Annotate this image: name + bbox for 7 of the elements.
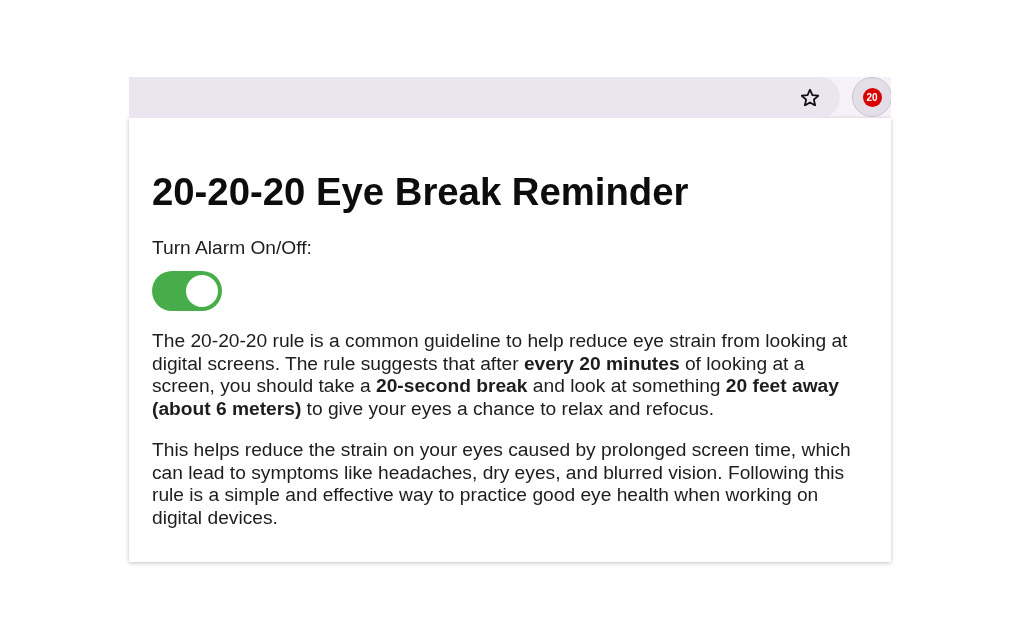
extension-button[interactable]: 20 [852, 77, 891, 117]
star-icon[interactable] [801, 89, 819, 106]
alarm-label: Turn Alarm On/Off: [152, 236, 313, 259]
alarm-toggle[interactable] [152, 271, 222, 311]
description-paragraph: The 20-20-20 rule is a common guideline to help reduce eye strain from looking at digital screens. The rule suggests that after every 20 minutes of looking at a screen, you should take a 20-second break and look at something 20 feet away (about 6 meters) to give your eyes a chance to relax and refocus. [152, 330, 849, 421]
popup-title: 20-20-20 Eye Break Reminder [152, 170, 690, 214]
description-paragraph: This helps reduce the strain on your eyes caused by prolonged screen time, which can lead to symptoms like headaches, dry eyes, and blurred vision. Following this rule is a simple and effective way to practice good eye health when working on digital devices. [152, 438, 852, 530]
